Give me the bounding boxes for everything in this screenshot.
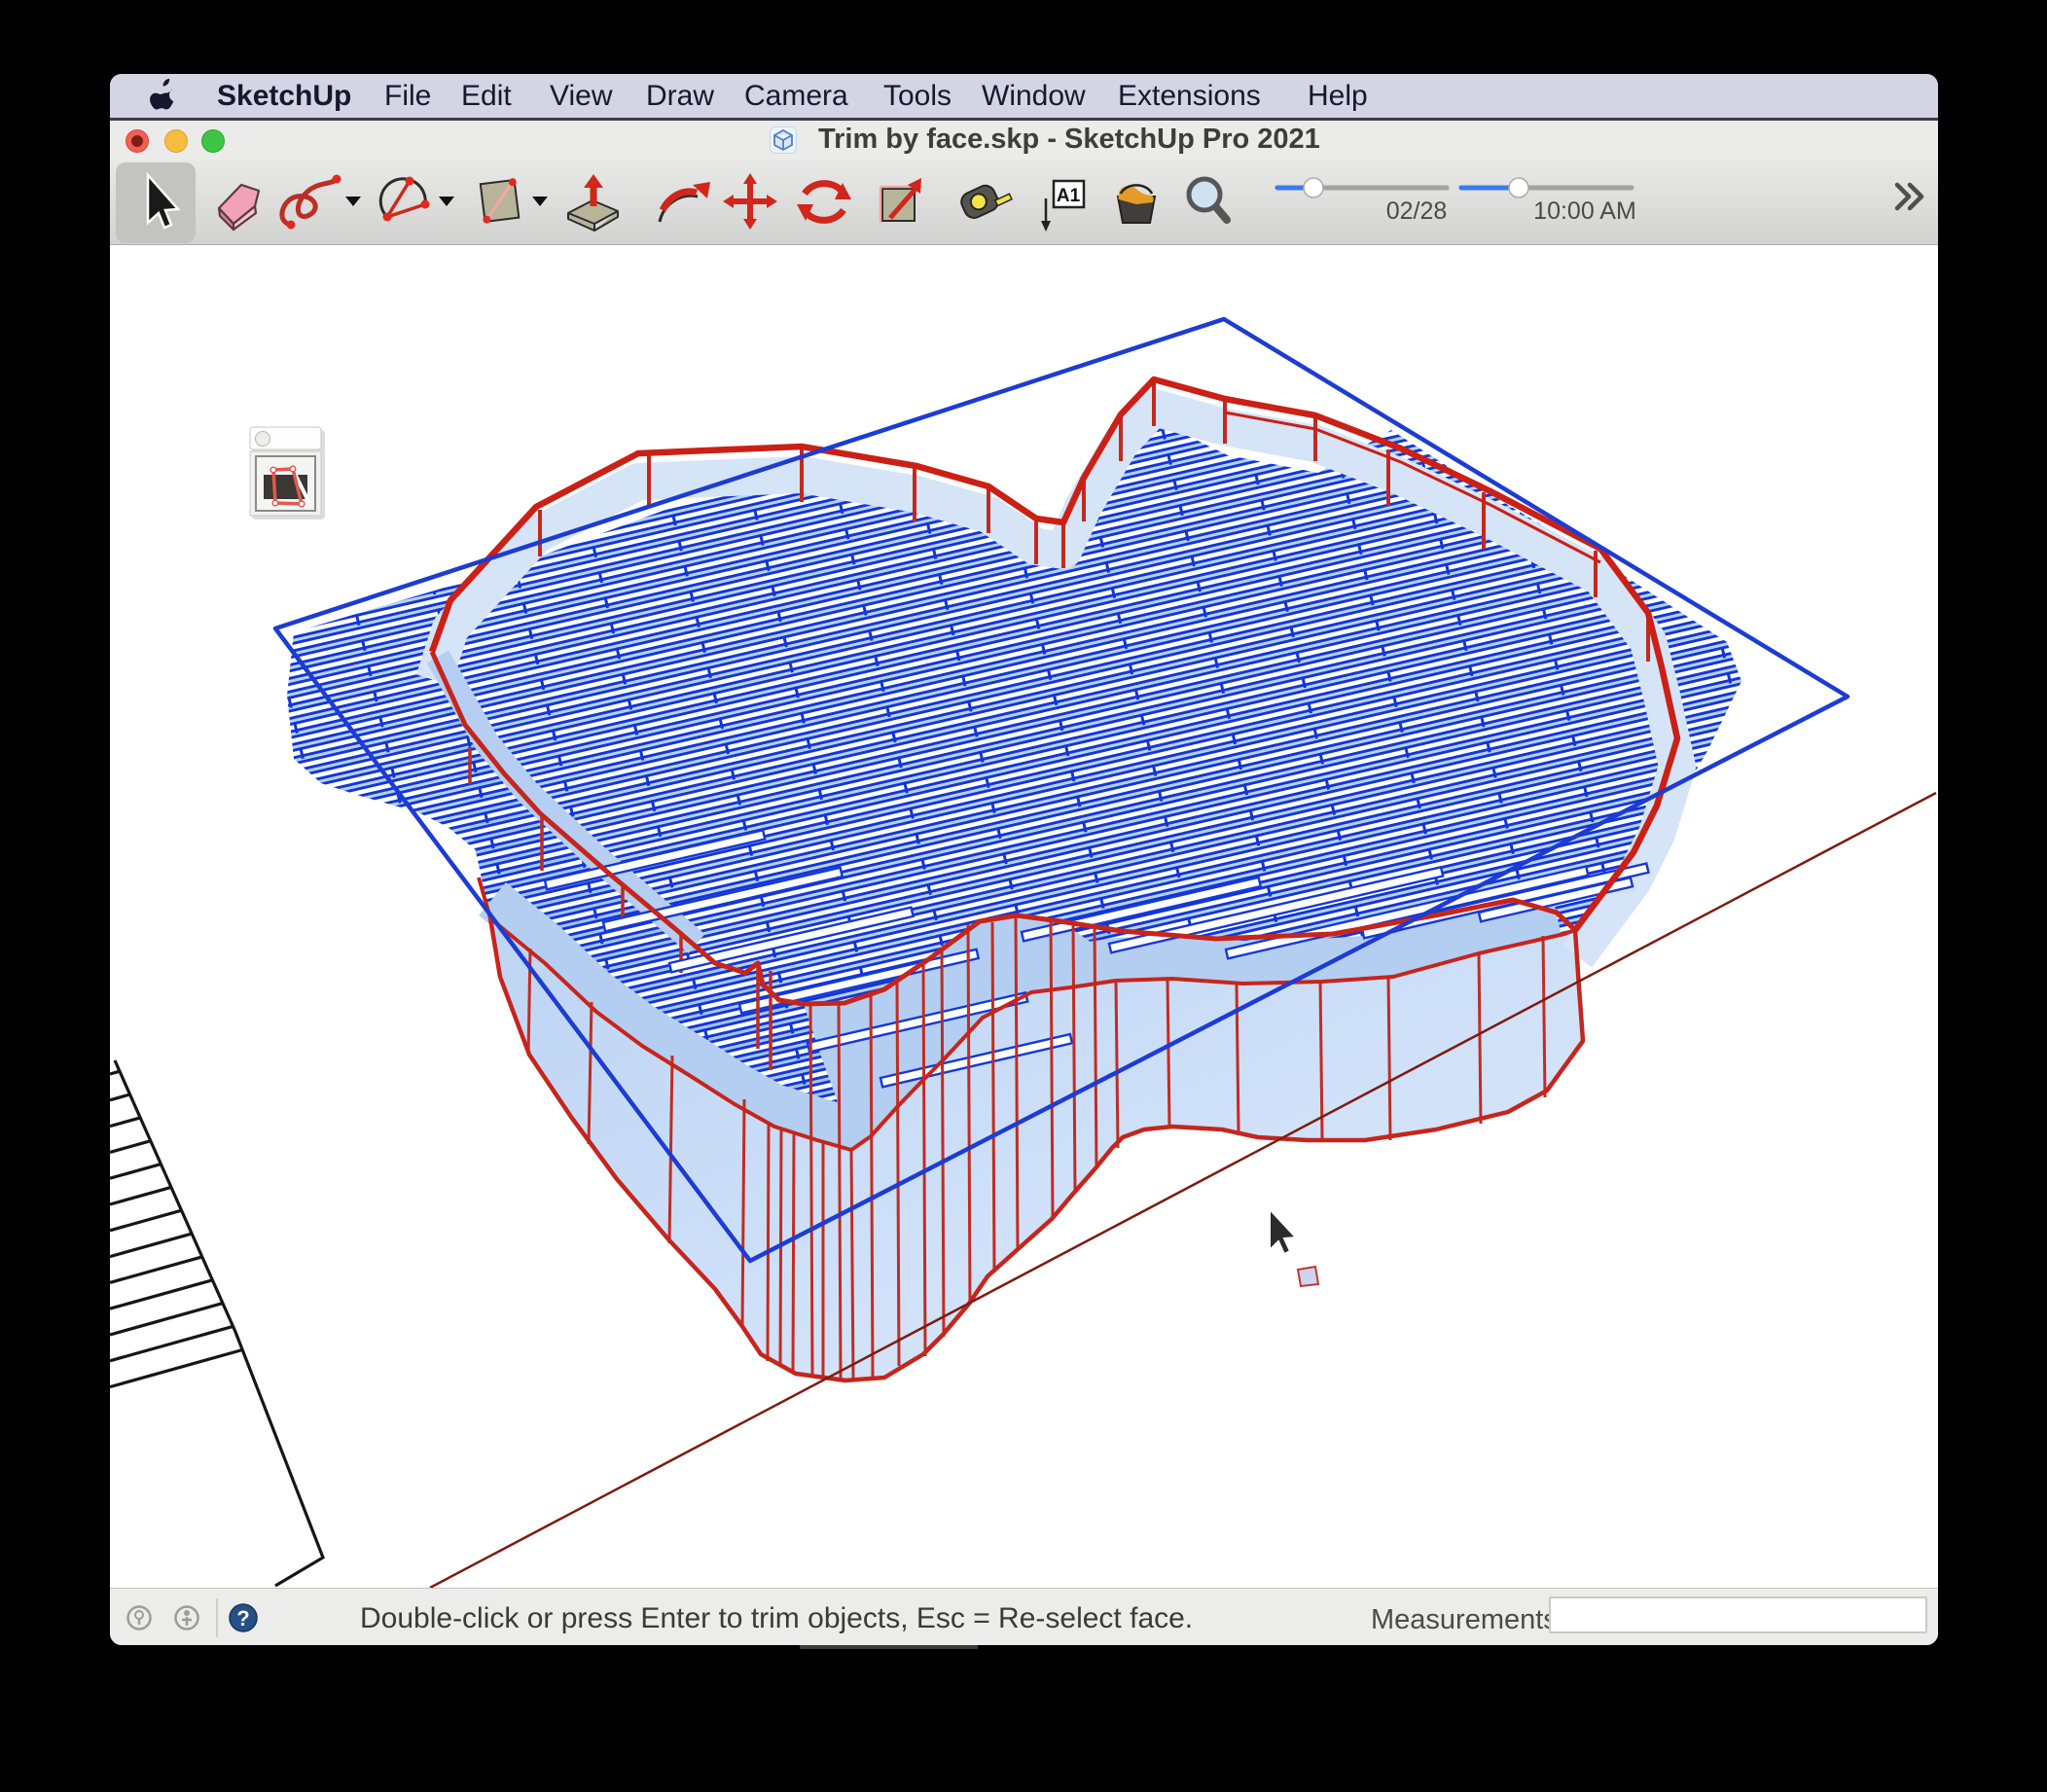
svg-text:10:00 AM: 10:00 AM — [1533, 197, 1636, 225]
svg-text:02/28: 02/28 — [1386, 197, 1448, 225]
svg-text:A1: A1 — [1057, 186, 1081, 206]
svg-text:?: ? — [236, 1606, 249, 1631]
